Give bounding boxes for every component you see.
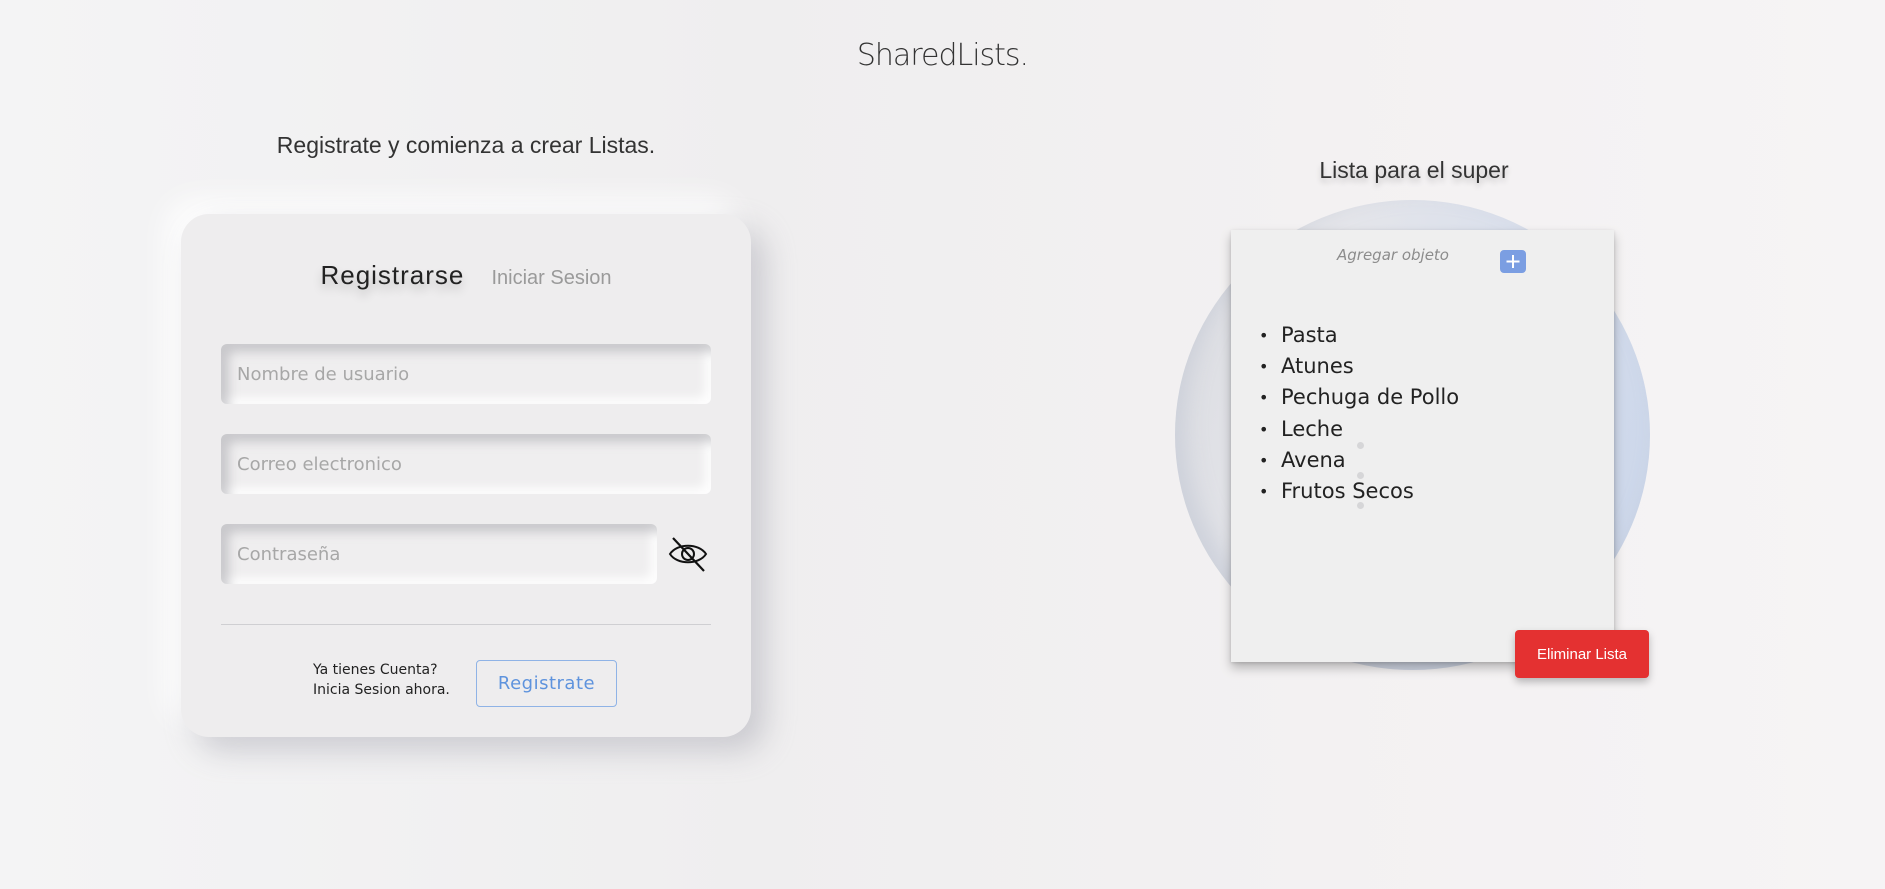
list-title: Lista para el super [1319, 157, 1509, 183]
list-item-label: Pasta [1281, 323, 1338, 347]
app-logo: SharedLists. [856, 38, 1029, 73]
list-item: • Atunes [1259, 354, 1354, 379]
list-item: • Pechuga de Pollo [1259, 385, 1460, 410]
plus-icon[interactable] [1500, 250, 1526, 273]
auth-tabs: Registrarse Iniciar Sesion [181, 260, 751, 291]
shopping-list: • Pasta • Atunes • Pechuga de Pollo • Leche … [1259, 320, 1459, 507]
list-item-label: Leche [1281, 416, 1344, 441]
tab-register[interactable]: Registrarse [320, 260, 464, 291]
signup-subtitle: Registrate y comienza a crear Listas. [276, 132, 656, 158]
list-item-label: Frutos Secos [1281, 479, 1414, 504]
decorative-dot [1357, 472, 1364, 479]
login-prompt-line1: Ya tienes Cuenta? [313, 662, 438, 678]
decorative-dot [1357, 442, 1364, 449]
list-item-label: Avena [1281, 447, 1346, 472]
login-prompt: Ya tienes Cuenta? Inicia Sesion ahora. [313, 660, 450, 700]
username-input[interactable] [221, 344, 711, 404]
password-input[interactable] [221, 524, 657, 584]
list-item-label: Atunes [1281, 354, 1354, 379]
tab-login[interactable]: Iniciar Sesion [491, 267, 611, 290]
eye-slash-icon[interactable] [667, 534, 709, 574]
register-button[interactable]: Registrate [476, 660, 617, 707]
add-item-input[interactable] [1321, 242, 1465, 268]
login-prompt-line2: Inicia Sesion ahora. [313, 682, 450, 698]
list-item: • Pasta [1259, 323, 1338, 347]
list-item: • Leche [1259, 416, 1344, 441]
decorative-dot [1357, 502, 1364, 509]
divider [221, 624, 711, 625]
signup-card: Registrarse Iniciar Sesion Ya tienes Cue… [181, 214, 751, 737]
list-card: •Pasta •Atunes •Pechuga de Pollo •Leche … [1231, 230, 1614, 662]
list-item-label: Pechuga de Pollo [1281, 385, 1460, 410]
email-input[interactable] [221, 434, 711, 494]
delete-list-button[interactable]: Eliminar Lista [1515, 630, 1649, 678]
